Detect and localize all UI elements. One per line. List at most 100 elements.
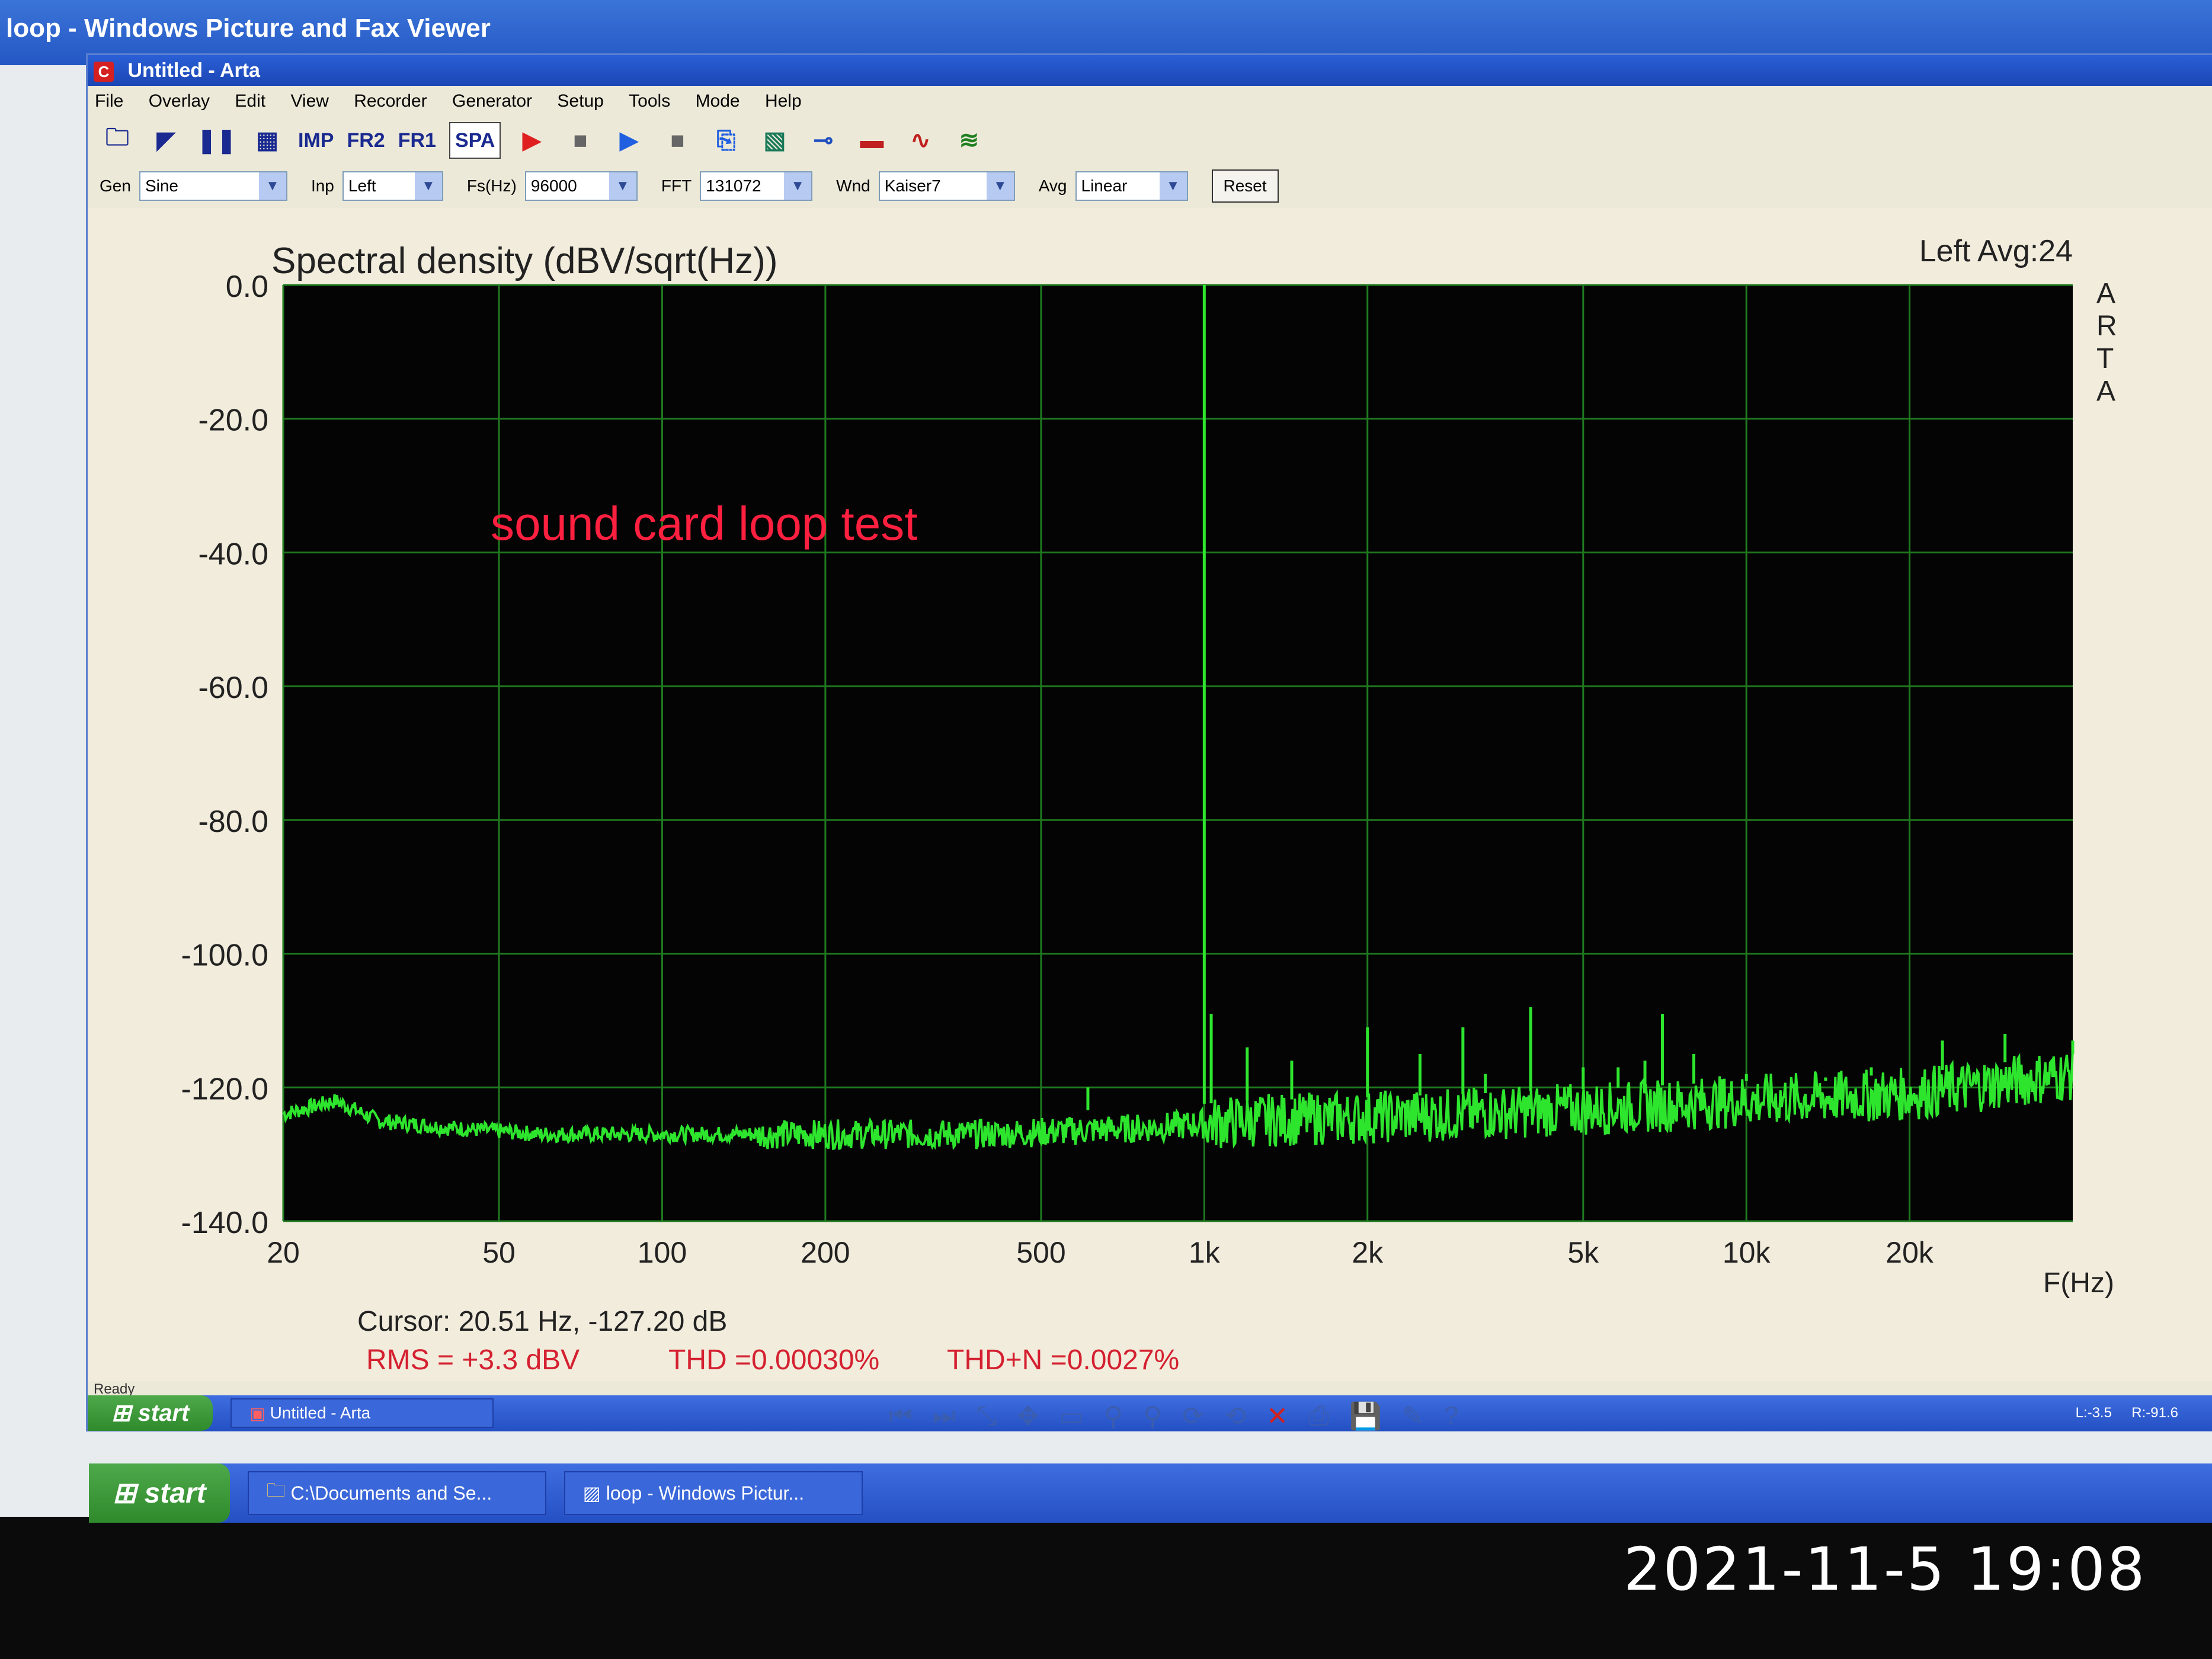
inner-start-label: start	[137, 1399, 190, 1426]
menu-setup[interactable]: Setup	[557, 91, 603, 111]
spectrum-plot-area: Spectral density (dBV/sqrt(Hz)) Left Avg…	[88, 208, 2212, 1381]
meter-icon[interactable]: ▬	[854, 123, 889, 158]
y-tick-label: -140.0	[181, 1206, 268, 1240]
gen-select[interactable]: Sine ▼	[139, 171, 287, 201]
picture-viewer-window: loop - Windows Picture and Fax Viewer C …	[0, 0, 2212, 1517]
gen-label: Gen	[100, 177, 131, 195]
thdn-readout: THD+N =0.0027%	[947, 1344, 1179, 1376]
y-tick-label: 0.0	[226, 270, 268, 304]
rotate-counterclockwise-icon[interactable]: ⟲	[1224, 1401, 1246, 1431]
inner-task-arta[interactable]: ▣ Untitled - Arta	[231, 1398, 494, 1428]
cursor-icon[interactable]: ◤	[148, 123, 184, 158]
next-icon[interactable]: ⏭	[933, 1401, 956, 1431]
rotate-clockwise-icon[interactable]: ⟳	[1182, 1401, 1204, 1431]
fft-value: 131072	[706, 177, 761, 195]
wave-icon[interactable]: ∿	[902, 123, 938, 158]
mode-fr2-button[interactable]: FR2	[347, 123, 385, 158]
avg-select[interactable]: Linear ▼	[1075, 171, 1188, 201]
menu-edit[interactable]: Edit	[235, 91, 265, 111]
menu-tools[interactable]: Tools	[629, 91, 670, 111]
probe-icon[interactable]: ⊸	[805, 123, 841, 158]
chart-title: Spectral density (dBV/sqrt(Hz))	[271, 241, 777, 281]
chevron-down-icon: ▼	[414, 172, 442, 200]
menu-help[interactable]: Help	[765, 91, 802, 111]
x-tick-label: 20k	[1886, 1236, 1934, 1269]
outer-start-label: start	[144, 1477, 206, 1509]
scope-icon[interactable]: ≋	[951, 123, 987, 158]
stop-icon[interactable]: ■	[562, 123, 598, 158]
fs-label: Fs(Hz)	[466, 177, 517, 195]
edit-icon[interactable]: ✎	[1402, 1401, 1424, 1431]
zoom-out-icon[interactable]: ⚲	[1143, 1401, 1162, 1431]
arta-brand-letters: ARTA	[2096, 278, 2117, 407]
y-tick-label: -20.0	[198, 403, 268, 438]
viewer-toolbar: ⏮ ⏭ ⤡ ✥ ▭ ⚲ ⚲ ⟳ ⟲ ✕ ⎙ 💾 ✎ ?	[889, 1392, 1659, 1440]
inp-select[interactable]: Left ▼	[342, 171, 443, 201]
actual-size-icon[interactable]: ✥	[1017, 1401, 1039, 1431]
y-tick-label: -100.0	[181, 939, 268, 973]
zoom-in-icon[interactable]: ⚲	[1104, 1401, 1123, 1431]
task-viewer-label: loop - Windows Pictur...	[606, 1482, 805, 1504]
status-text: Ready	[94, 1381, 135, 1397]
brand-letter: T	[2096, 343, 2114, 374]
x-axis-ticks: 20 50 100 200 500 1k 2k 5k 10k 20k	[267, 1236, 1934, 1269]
outer-taskbar: ⊞ start 🗀 C:\Documents and Se... ▨ loop …	[89, 1463, 2212, 1523]
mode-spa-button[interactable]: SPA	[449, 122, 501, 159]
chevron-down-icon: ▼	[784, 172, 812, 200]
play-icon[interactable]: ▶	[611, 123, 646, 158]
tray-left-level: L:-3.5	[2075, 1405, 2112, 1421]
delete-icon[interactable]: ✕	[1266, 1401, 1288, 1431]
x-tick-label: 2k	[1352, 1236, 1384, 1269]
record-play-icon[interactable]: ▶	[514, 123, 549, 158]
slideshow-icon[interactable]: ▭	[1059, 1401, 1084, 1431]
previous-icon[interactable]: ⏮	[889, 1401, 913, 1431]
outer-start-button[interactable]: ⊞ start	[89, 1463, 230, 1523]
brand-letter: A	[2096, 376, 2115, 407]
pause-icon[interactable]: ❚❚	[197, 123, 236, 158]
task-picture-viewer[interactable]: ▨ loop - Windows Pictur...	[564, 1471, 863, 1515]
fs-value: 96000	[530, 177, 577, 195]
print-icon[interactable]: ⎙	[1308, 1401, 1329, 1431]
picture-icon: ▨	[582, 1482, 606, 1504]
wnd-select[interactable]: Kaiser7 ▼	[878, 171, 1015, 201]
x-tick-label: 1k	[1189, 1236, 1221, 1269]
x-tick-label: 200	[801, 1236, 850, 1269]
spectrum-icon[interactable]: ▧	[757, 123, 792, 158]
mode-imp-button[interactable]: IMP	[298, 123, 334, 158]
inner-start-button[interactable]: ⊞ start	[88, 1395, 213, 1431]
fs-select[interactable]: 96000 ▼	[524, 171, 638, 201]
fft-label: FFT	[661, 177, 692, 195]
stop-generator-icon[interactable]: ■	[660, 123, 695, 158]
tray-levels: L:-3.5 R:-91.6	[2076, 1405, 2178, 1421]
menu-file[interactable]: File	[95, 91, 123, 111]
settings-toolbar: Gen Sine ▼ Inp Left ▼ Fs(Hz) 96000 ▼ FFT…	[88, 165, 2212, 207]
save-icon[interactable]: 💾	[1349, 1401, 1382, 1431]
tray-right-level: R:-91.6	[2131, 1405, 2178, 1421]
main-toolbar: 🗀 ◤ ❚❚ ▦ IMP FR2 FR1 SPA ▶ ■ ▶ ■ ⎘ ▧ ⊸ ▬…	[88, 117, 2212, 164]
arta-title: Untitled - Arta	[127, 59, 260, 82]
menu-recorder[interactable]: Recorder	[354, 91, 427, 111]
task-explorer[interactable]: 🗀 C:\Documents and Se...	[247, 1471, 546, 1515]
arta-title-bar: C Untitled - Arta	[88, 55, 2212, 86]
chevron-down-icon: ▼	[986, 172, 1014, 200]
x-tick-label: 5k	[1567, 1236, 1599, 1269]
x-axis-label: F(Hz)	[2043, 1267, 2114, 1299]
help-icon[interactable]: ?	[1444, 1401, 1458, 1431]
fft-select[interactable]: 131072 ▼	[700, 171, 813, 201]
spectrum-chart: Spectral density (dBV/sqrt(Hz)) Left Avg…	[181, 234, 2117, 1376]
grid-icon[interactable]: ▦	[249, 123, 285, 158]
open-icon[interactable]: 🗀	[100, 123, 135, 158]
arta-app-icon: C	[94, 62, 114, 82]
menu-generator[interactable]: Generator	[452, 91, 532, 111]
reset-button[interactable]: Reset	[1211, 169, 1279, 203]
rms-readout: RMS = +3.3 dBV	[366, 1344, 580, 1376]
mode-fr1-button[interactable]: FR1	[398, 123, 436, 158]
menu-mode[interactable]: Mode	[696, 91, 740, 111]
best-fit-icon[interactable]: ⤡	[976, 1401, 997, 1431]
chevron-down-icon: ▼	[609, 172, 636, 200]
rec-icon[interactable]: ⎘	[708, 123, 744, 158]
menu-view[interactable]: View	[290, 91, 328, 111]
windows-logo-icon: ⊞	[111, 1400, 138, 1426]
menu-overlay[interactable]: Overlay	[149, 91, 210, 111]
photo-timestamp: 2021-11-5 19:08	[1624, 1535, 2147, 1604]
